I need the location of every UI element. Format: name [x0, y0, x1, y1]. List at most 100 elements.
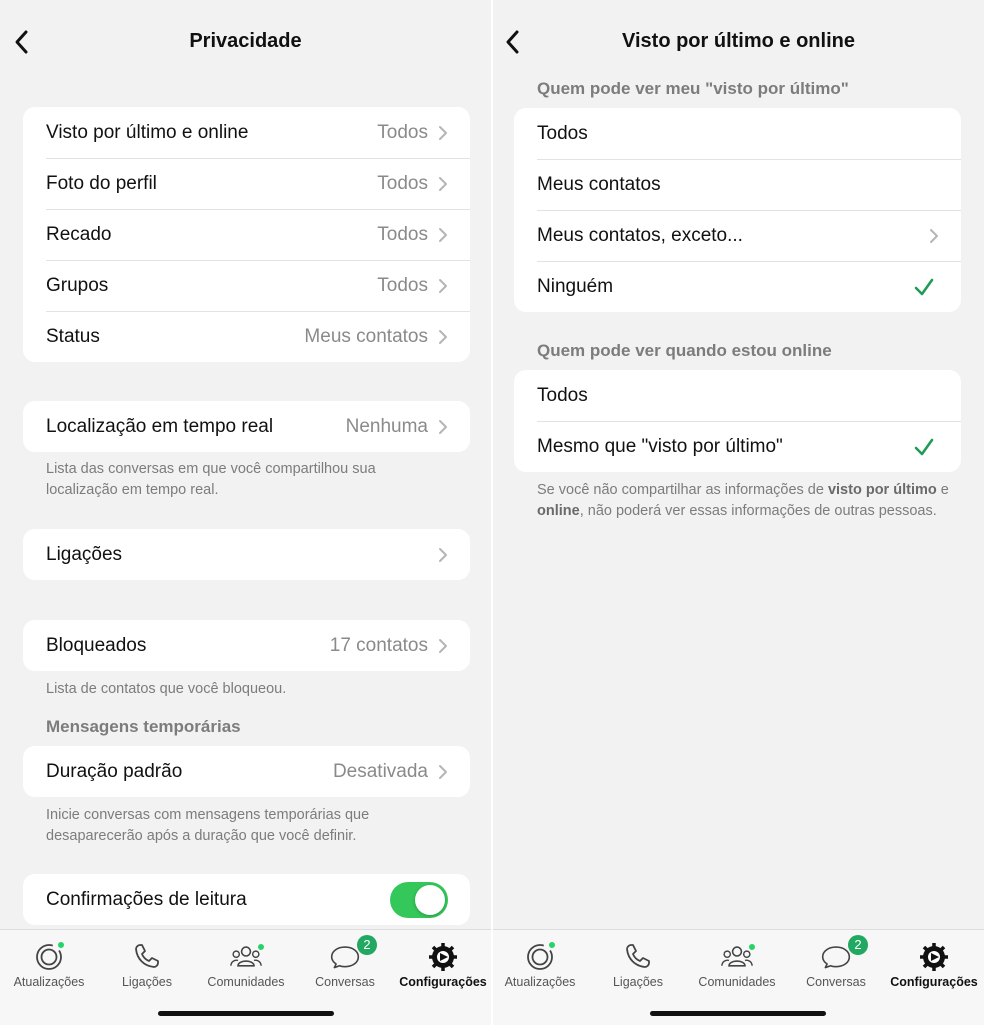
row-label: Bloqueados [46, 634, 147, 656]
checkmark-icon [913, 276, 935, 298]
tab-settings[interactable]: Configurações [394, 934, 491, 989]
tab-calls[interactable]: Ligações [98, 934, 196, 989]
tab-updates[interactable]: Atualizações [0, 934, 98, 989]
live-location-card: Localização em tempo real Nenhuma [23, 401, 470, 452]
option-label: Todos [537, 122, 588, 144]
temp-messages-section-header: Mensagens temporárias [46, 717, 241, 736]
tab-communities[interactable]: Comunidades [197, 934, 295, 989]
chevron-right-icon [438, 764, 448, 780]
read-receipts-toggle[interactable] [390, 881, 448, 918]
nav-bar: Visto por último e online [493, 18, 984, 66]
tab-chats[interactable]: 2 Conversas [296, 934, 394, 989]
option-everyone[interactable]: Todos [514, 108, 961, 159]
tab-bar: Atualizações Ligações Comunidades 2 Conv… [493, 929, 984, 1025]
tab-settings[interactable]: Configurações [885, 934, 983, 989]
online-options-card: Todos Mesmo que "visto por último" [514, 370, 961, 472]
note-text: , não poderá ver essas informações de ou… [579, 503, 937, 519]
last-seen-options-card: Todos Meus contatos Meus contatos, excet… [514, 108, 961, 312]
chevron-right-icon [438, 419, 448, 435]
toggle-knob [415, 884, 445, 915]
row-value: Todos [377, 223, 428, 245]
row-read-receipts: Confirmações de leitura [23, 874, 470, 925]
row-label: Foto do perfil [46, 172, 157, 194]
tab-chats[interactable]: 2 Conversas [787, 934, 885, 989]
row-label: Grupos [46, 274, 109, 296]
notification-dot [748, 943, 756, 951]
row-default-duration[interactable]: Duração padrão Desativada [23, 746, 470, 797]
row-label: Recado [46, 223, 112, 245]
option-my-contacts[interactable]: Meus contatos [514, 159, 961, 210]
option-label: Meus contatos [537, 173, 661, 195]
option-label: Todos [537, 384, 588, 406]
phone-icon [626, 944, 650, 968]
temp-messages-note: Inicie conversas com mensagens temporári… [46, 807, 370, 844]
row-live-location[interactable]: Localização em tempo real Nenhuma [23, 401, 470, 452]
row-calls[interactable]: Ligações [23, 529, 470, 580]
option-label: Mesmo que "visto por último" [537, 435, 783, 457]
note-bold-online: online [537, 503, 580, 519]
last-seen-info-note: Se você não compartilhar as informações … [537, 480, 957, 522]
tab-communities[interactable]: Comunidades [688, 934, 786, 989]
row-status[interactable]: Status Meus contatos [23, 311, 470, 362]
row-groups[interactable]: Grupos Todos [23, 260, 470, 311]
chevron-right-icon [438, 278, 448, 294]
settings-icon [920, 943, 948, 971]
chevron-right-icon [438, 638, 448, 654]
home-indicator [650, 1011, 826, 1016]
calls-card: Ligações [23, 529, 470, 580]
option-same-as-last-seen[interactable]: Mesmo que "visto por último" [514, 421, 961, 472]
checkmark-icon [913, 436, 935, 458]
tab-label: Configurações [890, 975, 978, 989]
row-value: Desativada [332, 760, 428, 782]
row-about[interactable]: Recado Todos [23, 209, 470, 260]
row-last-seen[interactable]: Visto por último e online Todos [23, 107, 470, 158]
blocked-note: Lista de contatos que você bloqueou. [46, 681, 287, 697]
note-bold-last-seen: visto por último [827, 482, 937, 498]
tab-label: Atualizações [504, 975, 576, 989]
tab-label: Ligações [121, 975, 173, 989]
option-online-everyone[interactable]: Todos [514, 370, 961, 421]
chevron-right-icon [438, 227, 448, 243]
tab-label: Ligações [612, 975, 664, 989]
tab-bar: Atualizações Ligações Comunidades 2 Conv… [0, 929, 491, 1025]
tab-updates[interactable]: Atualizações [493, 934, 589, 989]
unread-badge: 2 [357, 935, 377, 955]
tab-label: Configurações [399, 975, 487, 989]
notification-dot [57, 941, 65, 949]
settings-icon [429, 943, 457, 971]
tab-label: Conversas [806, 975, 866, 989]
duration-card: Duração padrão Desativada [23, 746, 470, 797]
chevron-right-icon [438, 125, 448, 141]
unread-badge: 2 [848, 935, 868, 955]
page-title: Privacidade [189, 30, 302, 52]
note-text: Se você não compartilhar as informações … [537, 482, 828, 498]
page-title: Visto por último e online [622, 30, 855, 52]
row-value: Nenhuma [345, 415, 428, 437]
row-profile-photo[interactable]: Foto do perfil Todos [23, 158, 470, 209]
last-seen-section-header: Quem pode ver meu "visto por último" [537, 79, 849, 98]
last-seen-screen: Visto por último e online Quem pode ver … [493, 0, 984, 1025]
tab-calls[interactable]: Ligações [589, 934, 687, 989]
row-value: Todos [377, 172, 428, 194]
blocked-card: Bloqueados 17 contatos [23, 620, 470, 671]
online-section-header: Quem pode ver quando estou online [537, 341, 832, 360]
chevron-right-icon [438, 547, 448, 563]
row-label: Visto por último e online [46, 121, 249, 143]
live-location-note: Lista das conversas em que você comparti… [46, 461, 376, 498]
row-blocked[interactable]: Bloqueados 17 contatos [23, 620, 470, 671]
nav-bar: Privacidade [0, 18, 491, 66]
phone-icon [135, 944, 159, 968]
option-my-contacts-except[interactable]: Meus contatos, exceto... [514, 210, 961, 261]
privacy-options-card: Visto por último e online Todos Foto do … [23, 107, 470, 362]
row-label: Ligações [46, 543, 123, 565]
notification-dot [548, 941, 556, 949]
privacy-screen: Privacidade Visto por último e online To… [0, 0, 491, 1025]
option-nobody[interactable]: Ninguém [514, 261, 961, 312]
read-receipts-card: Confirmações de leitura [23, 874, 470, 925]
row-label: Duração padrão [46, 760, 183, 782]
tab-label: Comunidades [698, 975, 776, 989]
chevron-right-icon [438, 176, 448, 192]
row-label: Status [46, 325, 100, 347]
row-label: Localização em tempo real [46, 415, 274, 437]
notification-dot [257, 943, 265, 951]
